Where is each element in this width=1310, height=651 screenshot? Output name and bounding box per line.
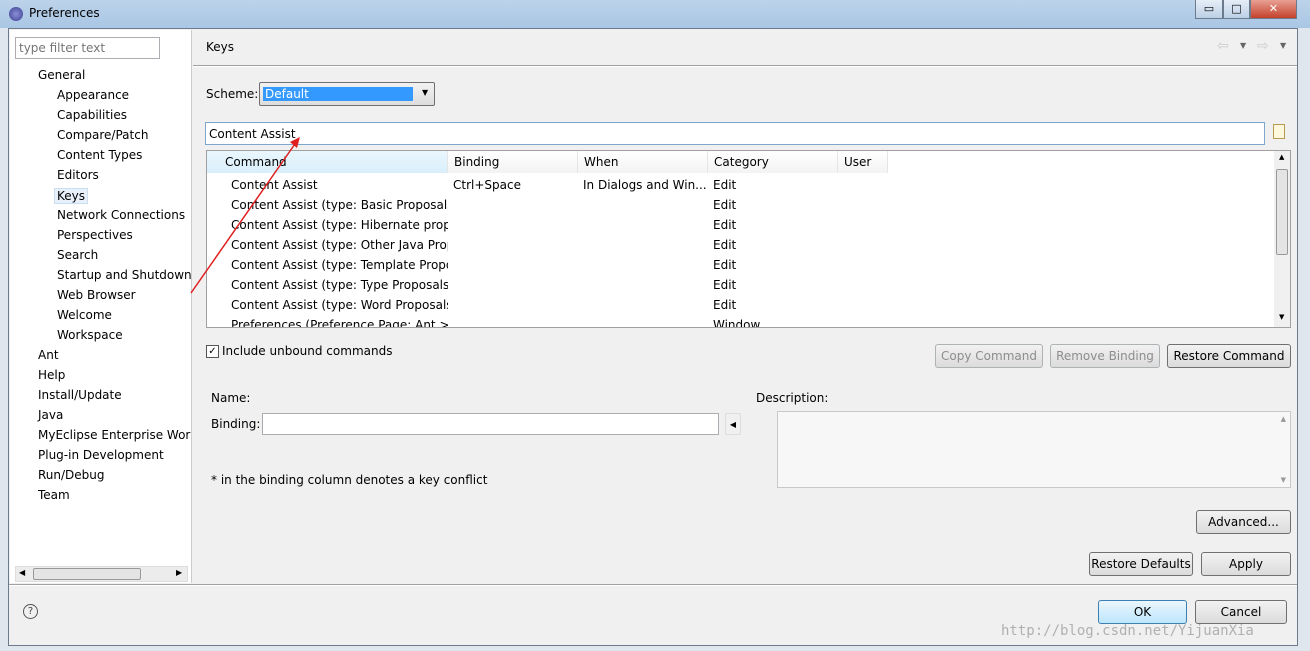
annotation-arrow <box>190 137 300 294</box>
